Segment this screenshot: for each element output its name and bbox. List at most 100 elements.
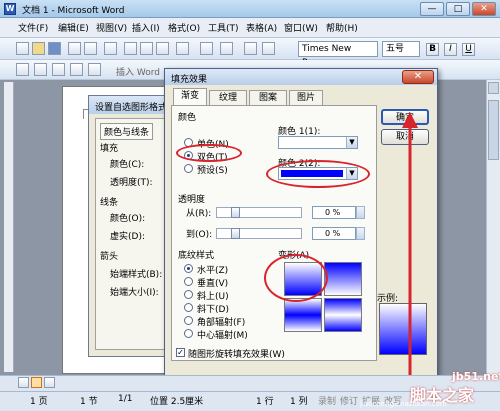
line-icon[interactable] [52, 63, 65, 76]
red-arrow-annotation [402, 112, 418, 375]
new-icon[interactable] [16, 42, 29, 55]
scroll-thumb[interactable] [488, 100, 499, 160]
menu-format[interactable]: 格式(O) [168, 21, 200, 34]
bold-icon[interactable]: B [426, 43, 439, 56]
horizontal-label: 水平(Z) [197, 266, 229, 276]
tab-gradient[interactable]: 渐变 [173, 88, 207, 106]
from-value-input[interactable]: 0 % [312, 206, 356, 219]
menu-bar: 文件(F) 编辑(E) 视图(V) 插入(I) 格式(O) 工具(T) 表格(A… [0, 18, 500, 38]
two-colors-highlight [176, 144, 242, 162]
diagonal-up-radio[interactable] [184, 290, 193, 299]
diagonal-down-radio[interactable] [184, 303, 193, 312]
shapes-icon[interactable] [34, 63, 47, 76]
preset-radio[interactable] [184, 164, 193, 173]
fill-effects-dialog: 填充效果 ✕ 渐变 纹理 图案 图片 颜色 单色(N) 双色(T) 预设(S) … [164, 68, 438, 376]
window-title: 文档 1 - Microsoft Word [22, 6, 125, 16]
italic-icon[interactable]: I [444, 43, 457, 56]
to-slider[interactable] [216, 228, 302, 239]
normal-view-icon[interactable] [18, 377, 29, 388]
gradient-panel: 颜色 单色(N) 双色(T) 预设(S) 颜色 1(1): ▼ 颜色 2(2):… [171, 105, 377, 361]
menu-view[interactable]: 视图(V) [96, 21, 127, 34]
status-page-of: 1/1 [118, 394, 133, 404]
menu-tools[interactable]: 工具(T) [208, 21, 239, 34]
menu-window[interactable]: 窗口(W) [284, 21, 318, 34]
variant-4[interactable] [324, 298, 362, 332]
from-corner-radio[interactable] [184, 316, 193, 325]
menu-file[interactable]: 文件(F) [18, 21, 48, 34]
to-value-input[interactable]: 0 % [312, 227, 356, 240]
print-layout-icon[interactable] [31, 377, 42, 388]
from-slider[interactable] [216, 207, 302, 218]
underline-icon[interactable]: U [462, 43, 475, 56]
variant-2[interactable] [324, 262, 362, 296]
variant-3[interactable] [284, 298, 322, 332]
cut-icon[interactable] [124, 42, 137, 55]
vertical-radio[interactable] [184, 277, 193, 286]
status-section: 1 节 [80, 397, 98, 407]
table-icon[interactable] [262, 42, 275, 55]
arrow-icon[interactable] [70, 63, 83, 76]
red-arrow-head [402, 112, 418, 128]
status-position: 位置 2.5厘米 [150, 397, 204, 407]
status-page: 1 页 [30, 397, 48, 407]
fill-color-label: 颜色(C): [110, 160, 145, 170]
outline-view-icon[interactable] [44, 377, 55, 388]
horizontal-radio[interactable] [184, 264, 193, 273]
from-center-radio[interactable] [184, 329, 193, 338]
font-size-select[interactable]: 五号 [382, 41, 420, 57]
rotate-fill-checkbox[interactable]: ✓ [176, 348, 185, 357]
menu-insert[interactable]: 插入(I) [132, 21, 160, 34]
watermark-sub: jiaocheng.chazidian.com [360, 400, 447, 408]
from-spin-button[interactable] [356, 206, 365, 219]
to-slider-thumb[interactable] [231, 228, 240, 239]
from-label: 从(R): [186, 209, 212, 219]
tab-texture[interactable]: 纹理 [209, 90, 247, 105]
undo-icon[interactable] [200, 42, 213, 55]
tab-pattern[interactable]: 图案 [249, 90, 287, 105]
rotate-fill-label: 随图形旋转填充效果(W) [188, 350, 285, 360]
rectangle-icon[interactable] [88, 63, 101, 76]
shading-group-label: 底纹样式 [178, 251, 215, 261]
begin-style-label: 始端样式(B): [110, 270, 163, 280]
window-close-button[interactable]: ✕ [472, 2, 496, 16]
open-icon[interactable] [32, 42, 45, 55]
vertical-scrollbar[interactable] [486, 80, 500, 375]
redo-icon[interactable] [220, 42, 233, 55]
minimize-button[interactable]: — [420, 2, 444, 16]
line-color-label: 颜色(O): [110, 214, 146, 224]
fill-effects-titlebar: 填充效果 [165, 69, 437, 85]
menu-help[interactable]: 帮助(H) [326, 21, 358, 34]
insert-word-label[interactable]: 插入 Word [116, 65, 160, 78]
save-icon[interactable] [48, 42, 61, 55]
copy-icon[interactable] [140, 42, 153, 55]
variant-highlight [264, 254, 328, 302]
tab-colors-lines[interactable]: 颜色与线条 [100, 123, 154, 140]
colors-group-label: 颜色 [178, 113, 197, 123]
paste-icon[interactable] [156, 42, 169, 55]
to-spin-button[interactable] [356, 227, 365, 240]
status-rec[interactable]: 录制 [318, 394, 336, 407]
dialog-close-button[interactable]: ✕ [402, 70, 434, 84]
format-painter-icon[interactable] [176, 42, 189, 55]
print-icon[interactable] [68, 42, 81, 55]
preview-icon[interactable] [84, 42, 97, 55]
vertical-label: 垂直(V) [197, 279, 229, 289]
font-name-select[interactable]: Times New Roman [298, 41, 378, 68]
word-app-icon[interactable]: W [4, 3, 16, 15]
dashed-label: 虚实(D): [110, 232, 145, 242]
scroll-up-icon[interactable] [488, 82, 499, 94]
hyperlink-icon[interactable] [244, 42, 257, 55]
maximize-button[interactable]: □ [446, 2, 470, 16]
from-slider-thumb[interactable] [231, 207, 240, 218]
menu-edit[interactable]: 编辑(E) [58, 21, 89, 34]
menu-table[interactable]: 表格(A) [246, 21, 277, 34]
diagonal-up-label: 斜上(U) [197, 292, 229, 302]
spell-icon[interactable] [104, 42, 117, 55]
preset-label: 预设(S) [197, 166, 228, 176]
tab-picture[interactable]: 图片 [289, 90, 323, 105]
chevron-down-icon[interactable]: ▼ [346, 137, 357, 148]
diagonal-down-label: 斜下(D) [197, 305, 229, 315]
color1-select[interactable]: ▼ [278, 136, 358, 149]
status-trk[interactable]: 修订 [340, 394, 358, 407]
draw-icon[interactable] [16, 63, 29, 76]
